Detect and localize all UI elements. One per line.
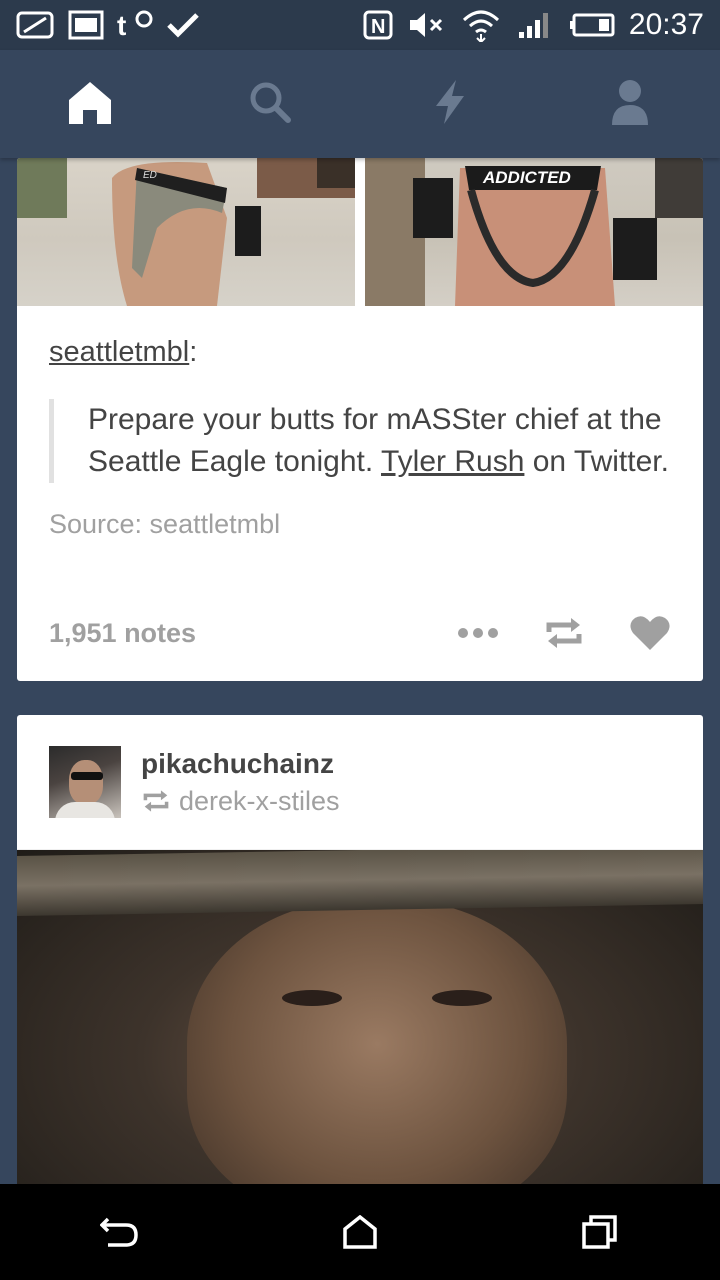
reblog-icon bbox=[546, 618, 582, 648]
post-quote: Prepare your butts for mASSter chief at … bbox=[49, 399, 671, 483]
photo-a-label: ED bbox=[143, 170, 157, 181]
image-face bbox=[187, 900, 567, 1184]
reblogged-from[interactable]: derek-x-stiles bbox=[141, 786, 340, 817]
image-hat-brim bbox=[17, 850, 703, 917]
status-left: t bbox=[16, 10, 200, 40]
more-icon bbox=[458, 628, 498, 638]
like-button[interactable] bbox=[629, 614, 671, 652]
quote-link[interactable]: Tyler Rush bbox=[381, 445, 524, 478]
home-icon bbox=[67, 80, 113, 129]
wifi-icon bbox=[461, 8, 501, 42]
mute-icon bbox=[407, 10, 447, 40]
notes-count[interactable]: 1,951 notes bbox=[49, 618, 196, 649]
reblog-small-icon bbox=[143, 790, 169, 812]
post-source[interactable]: Source: seattletmbl bbox=[49, 509, 671, 540]
post-photo[interactable]: ADDICTED bbox=[365, 158, 703, 306]
tumblr-nav-bar bbox=[0, 50, 720, 158]
android-nav-bar bbox=[0, 1184, 720, 1280]
heart-icon bbox=[630, 616, 670, 650]
quote-text-2: on Twitter. bbox=[532, 445, 669, 478]
avatar-face bbox=[69, 760, 103, 804]
blog-name[interactable]: pikachuchainz bbox=[141, 748, 340, 780]
post-card: pikachuchainz derek-x-stiles bbox=[17, 715, 703, 1184]
post-image[interactable] bbox=[17, 850, 703, 1184]
avatar[interactable] bbox=[49, 746, 121, 818]
status-time: 20:37 bbox=[628, 8, 704, 41]
svg-text:N: N bbox=[371, 16, 385, 38]
post-card: ED ADDICTED seattletmbl: Prepare your bu… bbox=[17, 158, 703, 681]
battery-icon bbox=[569, 13, 615, 37]
status-right: N 20:37 bbox=[363, 8, 704, 42]
check-icon bbox=[166, 10, 200, 40]
tumblr-notification-icon: t bbox=[116, 10, 154, 40]
whatsapp-icon bbox=[16, 10, 56, 40]
recents-icon bbox=[582, 1215, 617, 1249]
post-body: seattletmbl: Prepare your butts for mASS… bbox=[17, 306, 703, 540]
avatar-shirt bbox=[55, 802, 115, 818]
nfc-icon: N bbox=[363, 10, 393, 40]
image-eye bbox=[432, 990, 492, 1006]
post-photo[interactable]: ED bbox=[17, 158, 355, 306]
activity-icon bbox=[432, 78, 468, 131]
nav-activity[interactable] bbox=[405, 59, 495, 149]
back-button[interactable] bbox=[70, 1197, 170, 1267]
nav-account[interactable] bbox=[585, 59, 675, 149]
search-icon bbox=[248, 80, 292, 129]
android-home-icon bbox=[343, 1215, 377, 1249]
reblog-button[interactable] bbox=[543, 616, 585, 650]
image-eye bbox=[282, 990, 342, 1006]
post-header: pikachuchainz derek-x-stiles bbox=[17, 715, 703, 850]
recents-button[interactable] bbox=[550, 1197, 650, 1267]
svg-text:t: t bbox=[117, 10, 126, 40]
image-icon bbox=[68, 10, 104, 40]
post-actions bbox=[457, 614, 671, 652]
reblog-attribution: seattletmbl: bbox=[49, 336, 671, 369]
post-header-text: pikachuchainz derek-x-stiles bbox=[141, 748, 340, 817]
nav-home[interactable] bbox=[45, 59, 135, 149]
photoset: ED ADDICTED bbox=[17, 158, 703, 306]
status-bar: t N 20:37 bbox=[0, 0, 720, 50]
reblog-colon: : bbox=[189, 336, 198, 368]
reblog-username-link[interactable]: seattletmbl bbox=[49, 336, 189, 368]
dashboard-feed[interactable]: ED ADDICTED seattletmbl: Prepare your bu… bbox=[0, 158, 720, 1184]
nav-search[interactable] bbox=[225, 59, 315, 149]
photo-b-label: ADDICTED bbox=[482, 168, 571, 187]
signal-icon bbox=[515, 10, 555, 40]
post-footer: 1,951 notes bbox=[17, 613, 703, 653]
back-icon bbox=[100, 1217, 138, 1247]
account-icon bbox=[610, 79, 650, 130]
avatar-sunglasses bbox=[71, 772, 103, 780]
more-options-button[interactable] bbox=[457, 627, 499, 639]
home-button[interactable] bbox=[310, 1197, 410, 1267]
reblogged-from-name: derek-x-stiles bbox=[179, 785, 340, 816]
